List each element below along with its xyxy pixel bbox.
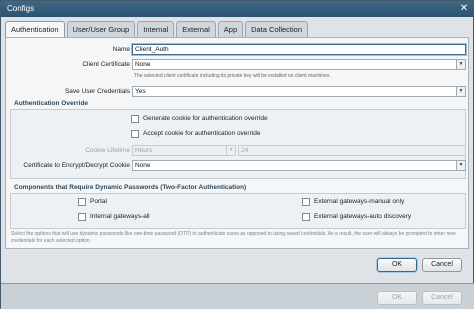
- generate-cookie-checkbox[interactable]: [131, 115, 139, 123]
- save-credentials-label: Save User Credentials: [64, 88, 130, 95]
- tab-bar: Authentication User/User Group Internal …: [5, 21, 308, 37]
- save-credentials-value: Yes: [135, 88, 146, 95]
- cookie-certificate-label: Certificate to Encrypt/Decrypt Cookie: [23, 162, 130, 169]
- external-manual-checkbox[interactable]: [302, 198, 310, 206]
- configs-dialog: Configs ✕ Authentication User/User Group…: [0, 0, 474, 309]
- portal-checkbox[interactable]: [78, 198, 86, 206]
- auth-override-title: Authentication Override: [14, 100, 89, 107]
- cancel-button[interactable]: Cancel: [422, 258, 462, 272]
- authentication-panel: Name Client_Auth Client Certificate None…: [5, 37, 469, 249]
- tab-user-group[interactable]: User/User Group: [66, 21, 136, 37]
- dialog-title: Configs: [7, 4, 35, 13]
- accept-cookie-label: Accept cookie for authentication overrid…: [143, 130, 261, 137]
- generate-cookie-label: Generate cookie for authentication overr…: [143, 115, 268, 122]
- cookie-certificate-value: None: [135, 162, 151, 169]
- cookie-lifetime-value: 24: [241, 147, 249, 154]
- name-label: Name: [112, 46, 130, 53]
- name-input[interactable]: Client_Auth: [132, 44, 466, 55]
- client-certificate-select[interactable]: None ▼: [132, 59, 466, 70]
- tab-external[interactable]: External: [176, 21, 216, 37]
- cookie-certificate-select[interactable]: None ▼: [132, 160, 466, 171]
- parent-ok-button[interactable]: OK: [377, 291, 417, 305]
- client-certificate-hint: The selected client certificate includin…: [134, 73, 331, 79]
- close-icon[interactable]: ✕: [458, 3, 470, 14]
- two-factor-title: Components that Require Dynamic Password…: [14, 184, 247, 191]
- accept-cookie-checkbox[interactable]: [131, 130, 139, 138]
- cookie-lifetime-input[interactable]: 24: [238, 145, 466, 156]
- parent-cancel-button[interactable]: Cancel: [422, 291, 462, 305]
- title-bar: Configs ✕: [1, 1, 473, 17]
- tab-internal[interactable]: Internal: [137, 21, 175, 37]
- tab-authentication[interactable]: Authentication: [5, 21, 65, 37]
- cookie-lifetime-unit: Hours: [135, 147, 153, 154]
- chevron-down-icon[interactable]: ▼: [226, 146, 235, 155]
- tab-app[interactable]: App: [217, 21, 244, 37]
- portal-label: Portal: [90, 198, 107, 205]
- external-manual-label: External gateways-manual only: [314, 198, 405, 205]
- parent-dialog-footer: OK Cancel: [1, 283, 474, 309]
- two-factor-footnote: Select the options that will use dynamic…: [11, 231, 456, 244]
- tab-data-collection[interactable]: Data Collection: [245, 21, 308, 37]
- chevron-down-icon[interactable]: ▼: [456, 161, 465, 170]
- chevron-down-icon[interactable]: ▼: [456, 60, 465, 69]
- chevron-down-icon[interactable]: ▼: [456, 87, 465, 96]
- ok-button[interactable]: OK: [377, 258, 417, 272]
- save-credentials-select[interactable]: Yes ▼: [132, 86, 466, 97]
- external-auto-label: External gateways-auto discovery: [314, 213, 412, 220]
- internal-gateways-label: Internal gateways-all: [90, 213, 150, 220]
- client-certificate-label: Client Certificate: [82, 61, 130, 68]
- internal-gateways-checkbox[interactable]: [78, 213, 86, 221]
- cookie-lifetime-unit-select[interactable]: Hours ▼: [132, 145, 236, 156]
- client-certificate-value: None: [135, 61, 151, 68]
- external-auto-checkbox[interactable]: [302, 213, 310, 221]
- name-value: Client_Auth: [135, 46, 169, 53]
- cookie-lifetime-label: Cookie Lifetime: [85, 147, 130, 154]
